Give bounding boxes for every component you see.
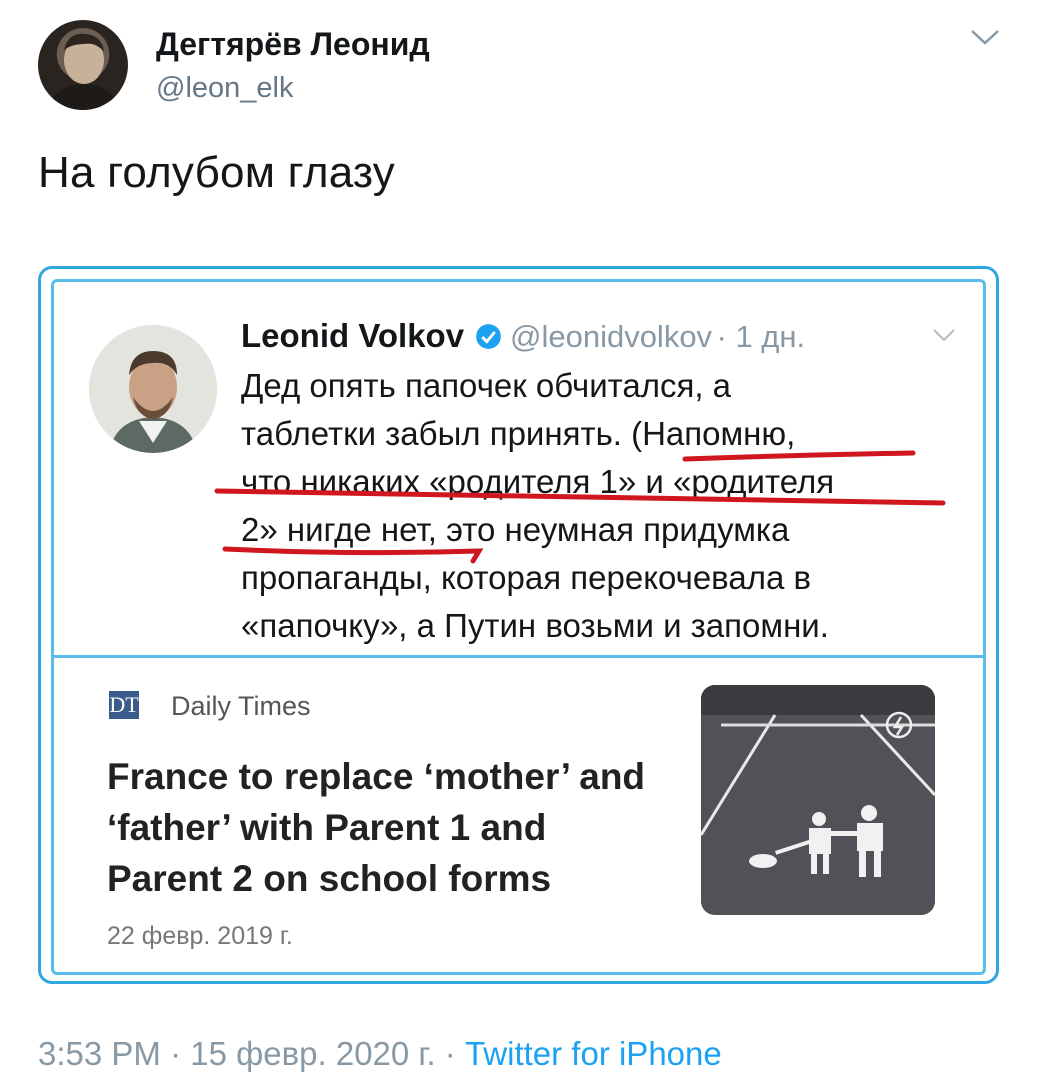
card-image[interactable] [701, 685, 935, 915]
footer-separator: · [444, 1035, 456, 1072]
author-name[interactable]: Дегтярёв Леонид [156, 26, 430, 63]
author-avatar[interactable] [38, 20, 128, 110]
card-divider [51, 655, 986, 658]
card-headline[interactable]: France to replace ‘mother’ and ‘father’ … [107, 751, 667, 904]
daily-times-logo: DT [109, 691, 139, 719]
chevron-down-icon[interactable] [968, 26, 1002, 48]
tweet-text: На голубом глазу [38, 148, 395, 197]
tweet-source-link[interactable]: Twitter for iPhone [465, 1035, 722, 1072]
tweet-time[interactable]: 3:53 PM [38, 1035, 161, 1072]
embedded-screenshot: Leonid Volkov @leonidvolkov · 1 дн. Дед … [38, 266, 999, 984]
footer-separator: · [170, 1035, 182, 1072]
red-underline-annotation [214, 450, 946, 564]
card-source: Daily Times [171, 691, 311, 721]
author-handle[interactable]: @leon_elk [156, 72, 293, 105]
tweet-date[interactable]: 15 февр. 2020 г. [190, 1035, 435, 1072]
card-date: 22 февр. 2019 г. [107, 922, 293, 950]
tweet-footer: 3:53 PM · 15 февр. 2020 г. · Twitter for… [38, 1035, 722, 1073]
